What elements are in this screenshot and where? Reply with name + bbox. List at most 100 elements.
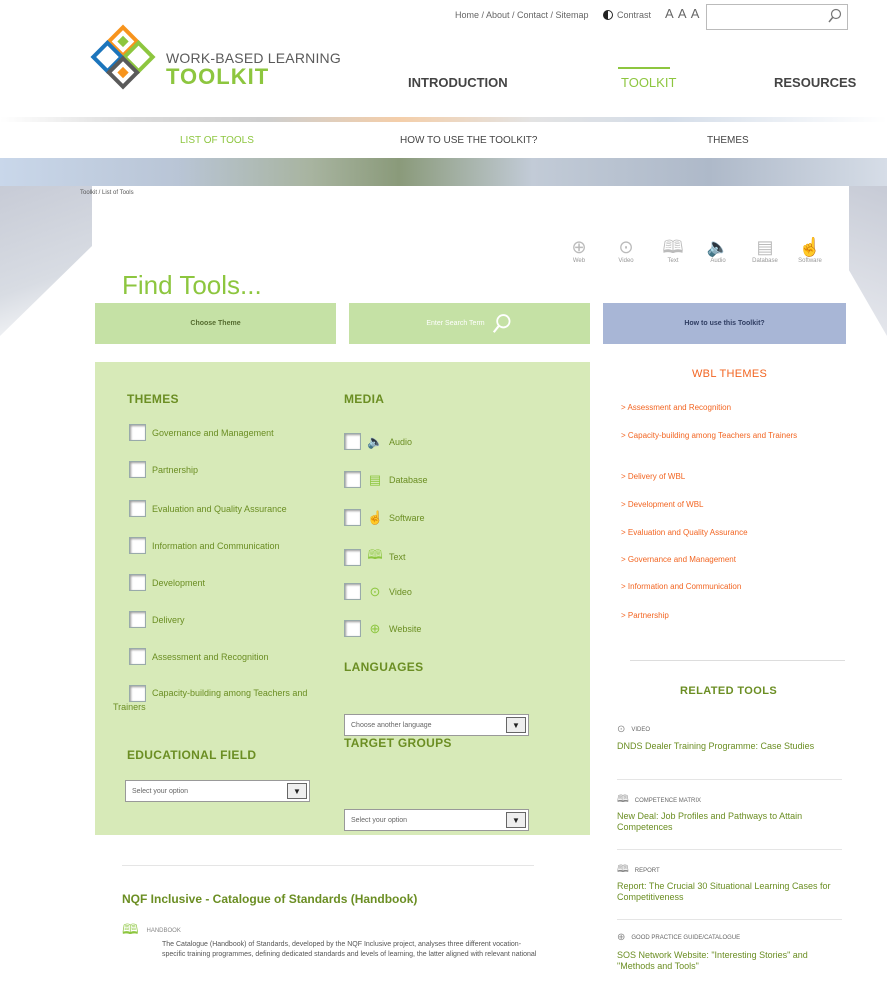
media-filter-video[interactable]: ⊙ Video	[606, 236, 646, 264]
wbl-theme-link[interactable]: > Governance and Management	[621, 555, 836, 565]
media-filter-text[interactable]: 🕮 Text	[653, 236, 693, 264]
checkbox[interactable]	[344, 471, 361, 488]
media-filter-database[interactable]: ▤ Database	[745, 236, 785, 264]
themes-heading: THEMES	[127, 392, 179, 406]
media-checkbox-audio[interactable]: 🔈 Audio	[344, 433, 412, 450]
wbl-theme-link[interactable]: > Evaluation and Quality Assurance	[621, 528, 836, 538]
wbl-themes-heading: WBL THEMES	[692, 368, 768, 380]
divider	[122, 865, 534, 866]
media-checkbox-software[interactable]: ☝ Software	[344, 509, 425, 526]
active-nav-indicator	[618, 67, 670, 69]
wbl-theme-link[interactable]: > Information and Communication	[621, 582, 836, 592]
checkbox[interactable]	[344, 433, 361, 450]
checkbox[interactable]	[344, 620, 361, 637]
educational-field-heading: EDUCATIONAL FIELD	[127, 748, 257, 762]
result-title-link[interactable]: NQF Inclusive - Catalogue of Standards (…	[122, 892, 417, 906]
theme-checkbox[interactable]: Assessment and Recognition	[129, 648, 269, 665]
divider	[617, 849, 842, 850]
checkbox[interactable]	[129, 424, 146, 441]
site-search-input[interactable]	[706, 4, 848, 30]
related-tool-link[interactable]: New Deal: Job Profiles and Pathways to A…	[617, 811, 842, 833]
pointer-icon: ☝	[798, 237, 822, 257]
target-groups-heading: TARGET GROUPS	[344, 736, 452, 750]
language-select[interactable]: Choose another language ▼	[344, 714, 529, 736]
globe-icon: ⊕	[369, 620, 381, 636]
media-filter-software[interactable]: ☝ Software	[790, 236, 830, 264]
checkbox[interactable]	[129, 648, 146, 665]
media-checkbox-video[interactable]: ⊙ Video	[344, 583, 412, 600]
text-size-controls[interactable]: A A A	[665, 6, 700, 21]
logo-icon[interactable]	[88, 22, 158, 92]
search-icon[interactable]	[827, 8, 843, 24]
theme-checkbox[interactable]: Information and Communication	[129, 537, 280, 554]
divider	[630, 660, 845, 661]
subnav-list-of-tools[interactable]: LIST OF TOOLS	[180, 135, 254, 146]
related-tool-link[interactable]: DNDS Dealer Training Programme: Case Stu…	[617, 741, 842, 752]
checkbox[interactable]	[129, 537, 146, 554]
theme-checkbox[interactable]: Evaluation and Quality Assurance	[129, 500, 287, 517]
wbl-theme-link[interactable]: > Development of WBL	[621, 500, 836, 510]
decorative-shape-right	[848, 186, 887, 336]
wbl-theme-link[interactable]: > Delivery of WBL	[621, 472, 836, 482]
media-checkbox-text[interactable]: 🕮 Text	[344, 546, 406, 568]
how-to-use-button[interactable]: How to use this Toolkit?	[603, 303, 846, 344]
contrast-label: Contrast	[617, 10, 652, 20]
subnav-themes[interactable]: THEMES	[707, 135, 749, 146]
globe-icon: ⊕	[617, 932, 626, 943]
theme-checkbox[interactable]: Governance and Management	[129, 424, 274, 441]
checkbox[interactable]	[344, 583, 361, 600]
wbl-theme-link[interactable]: > Partnership	[621, 611, 836, 621]
chevron-down-icon[interactable]: ▼	[506, 717, 526, 733]
subnav-how-to-use[interactable]: HOW TO USE THE TOOLKIT?	[400, 135, 537, 146]
play-icon: ⊙	[617, 724, 626, 735]
header-divider	[0, 117, 887, 122]
search-placeholder: Enter Search Term	[426, 320, 485, 327]
educational-field-select[interactable]: Select your option ▼	[125, 780, 310, 802]
decorative-shape-left	[0, 186, 92, 336]
related-type: ⊕ GOOD PRACTICE GUIDE/CATALOGUE	[617, 932, 741, 943]
related-type: 🕮 REPORT	[617, 862, 660, 879]
nav-toolkit[interactable]: TOOLKIT	[621, 75, 676, 90]
book-icon: 🕮	[122, 921, 139, 937]
theme-checkbox[interactable]: Delivery	[129, 611, 185, 628]
checkbox[interactable]	[129, 611, 146, 628]
checkbox[interactable]	[129, 685, 146, 702]
utility-links[interactable]: Home / About / Contact / Sitemap	[455, 10, 589, 20]
contrast-toggle[interactable]: Contrast	[603, 10, 651, 20]
media-checkbox-database[interactable]: ▤ Database	[344, 471, 428, 488]
nav-introduction[interactable]: INTRODUCTION	[408, 75, 508, 90]
chevron-down-icon[interactable]: ▼	[287, 783, 307, 799]
related-type: 🕮 COMPETENCE MATRIX	[617, 792, 701, 809]
theme-checkbox[interactable]: Partnership	[129, 461, 198, 478]
checkbox[interactable]	[344, 548, 361, 566]
contrast-icon	[603, 10, 613, 20]
media-filter-web[interactable]: ⊕ Web	[559, 236, 599, 264]
theme-checkbox[interactable]: Development	[129, 574, 205, 591]
target-groups-select[interactable]: Select your option ▼	[344, 809, 529, 831]
media-filter-audio[interactable]: 🔈 Audio	[698, 236, 738, 264]
nav-resources[interactable]: RESOURCES	[774, 75, 856, 90]
checkbox[interactable]	[129, 500, 146, 517]
divider	[617, 919, 842, 920]
search-icon[interactable]	[491, 313, 513, 335]
checkbox[interactable]	[344, 509, 361, 526]
choose-theme-button[interactable]: Choose Theme	[95, 303, 336, 344]
related-tool-link[interactable]: Report: The Crucial 30 Situational Learn…	[617, 881, 842, 903]
globe-icon: ⊕	[571, 237, 587, 257]
divider	[617, 779, 842, 780]
wbl-theme-link[interactable]: > Assessment and Recognition	[621, 403, 836, 413]
checkbox[interactable]	[129, 461, 146, 478]
chevron-down-icon[interactable]: ▼	[506, 812, 526, 828]
checkbox[interactable]	[129, 574, 146, 591]
related-tool-link[interactable]: SOS Network Website: "Interesting Storie…	[617, 950, 842, 972]
result-description: The Catalogue (Handbook) of Standards, d…	[162, 941, 537, 958]
theme-checkbox[interactable]: Capacity-building among Teachers and Tra…	[113, 685, 328, 712]
page-title: Find Tools...	[122, 270, 262, 300]
tool-search-input[interactable]: Enter Search Term	[349, 303, 590, 344]
speaker-icon: 🔈	[706, 237, 730, 257]
related-type: ⊙ VIDEO	[617, 724, 651, 735]
breadcrumb[interactable]: Toolkit / List of Tools	[80, 190, 134, 196]
media-checkbox-website[interactable]: ⊕ Website	[344, 620, 421, 637]
logo-title[interactable]: TOOLKIT	[166, 64, 269, 90]
wbl-theme-link[interactable]: > Capacity-building among Teachers and T…	[621, 431, 836, 441]
